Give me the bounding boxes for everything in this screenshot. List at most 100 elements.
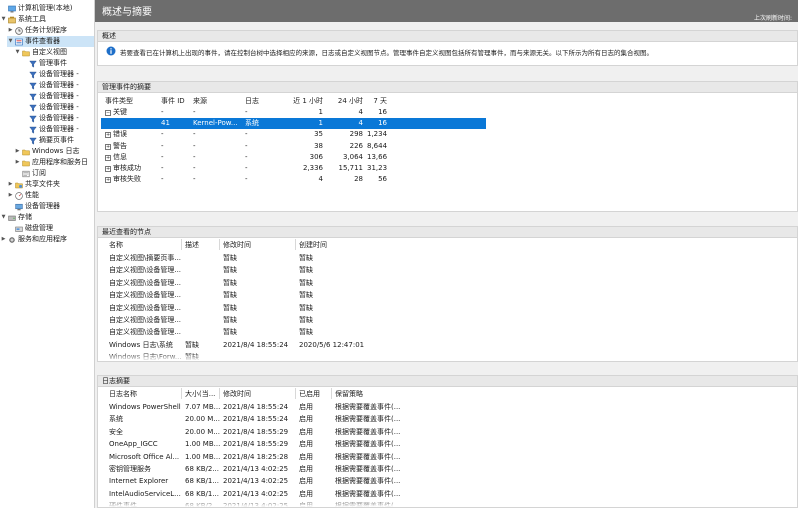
column-header[interactable]: 日志名称 [109,388,181,400]
column-header[interactable]: 事件 ID [161,96,189,107]
table-row[interactable]: 密钥管理服务 68 KB/2... 2021/4/13 4:02:25 启用 根据需要覆… [105,463,435,475]
column-header[interactable]: 日志 [245,96,275,107]
column-header[interactable]: 描述 [185,239,221,251]
collapsed-arrow-icon[interactable]: ▶ [7,179,14,190]
tree-item[interactable]: ▶ Windows 日志 [14,146,94,157]
table-row[interactable]: 系统 20.00 M... 2021/8/4 18:55:24 启用 根据需要覆盖事件(… [105,413,435,425]
table-cell: − 关键 [105,107,160,118]
table-cell: Internet Explorer [109,477,169,486]
tree-item[interactable]: 设备管理器 - [21,69,94,80]
tree-item[interactable]: ▼ 系统工具 [0,14,94,25]
table-row[interactable]: + 警告 - - -38 226 8,644 [101,141,486,152]
collapse-icon[interactable]: − [105,110,111,116]
table-cell: 68 KB/2... [185,465,220,473]
table-row[interactable]: 自定义视图\摘要页事... 暂缺 暂缺 [105,252,435,264]
logs-header[interactable]: 日志摘要 [98,376,797,387]
column-divider[interactable] [181,239,182,250]
filter-icon [28,82,37,90]
column-divider[interactable] [219,239,220,250]
table-row[interactable]: 41 Kernel-Pow... 系统 1 4 16 [101,118,486,130]
table-row[interactable]: Windows PowerShell 7.07 MB... 2021/8/4 18:… [105,401,435,413]
table-cell: 启用 [299,415,313,424]
table-row[interactable]: Internet Explorer 68 KB/1... 2021/4/13 4:0… [105,475,435,487]
table-row[interactable]: 自定义视图\设备管理... 暂缺 暂缺 [105,289,435,301]
tree-item[interactable]: 设备管理器 - [21,80,94,91]
column-header[interactable]: 近 1 小时 [281,96,323,107]
table-row[interactable]: 安全 20.00 M... 2021/8/4 18:55:29 启用 根据需要覆盖事件(… [105,426,435,438]
table-row[interactable]: 自定义视图\设备管理... 暂缺 暂缺 [105,314,435,326]
tree-item[interactable]: 摘要页事件 [21,135,94,146]
overview-text: 若要查看已在计算机上出现的事件，请在控制台树中选择相应的来源，日志或自定义视图节… [120,49,653,57]
expanded-arrow-icon[interactable]: ▼ [7,36,14,47]
table-row[interactable]: 自定义视图\设备管理... 暂缺 暂缺 [105,264,435,276]
table-cell: 启用 [299,465,313,473]
tree-item[interactable]: ▶ 任务计划程序 [7,25,94,36]
column-header[interactable]: 24 小时 [327,96,363,107]
expand-icon[interactable]: + [105,177,111,184]
expand-icon[interactable]: + [105,166,111,172]
log-summary-panel: 日志摘要 日志名称 大小(当... 修改时间 已启用 保留策略 Windows Power… [97,375,798,508]
table-row[interactable]: Windows 日志\系统 暂缺 2021/8/4 18:55:24 2020/5/6… [105,339,435,351]
column-header[interactable]: 修改时间 [223,388,295,400]
table-row[interactable]: 自定义视图\设备管理... 暂缺 暂缺 [105,302,435,314]
column-header[interactable]: 创建时间 [299,239,379,251]
column-divider[interactable] [181,388,182,399]
tree-item[interactable]: ▼ 存储 [0,212,94,223]
tree-item[interactable]: 管理事件 [21,58,94,69]
table-row[interactable]: + 审核失败 - - -4 28 56 [101,174,486,185]
tree-item[interactable]: 设备管理器 - [21,124,94,135]
collapsed-arrow-icon[interactable]: ▶ [14,157,21,168]
expanded-arrow-icon[interactable]: ▼ [0,14,7,25]
tree-item[interactable]: 设备管理器 - [21,113,94,124]
table-row[interactable]: +审核成功---2,33615,71131,239 [101,163,486,174]
table-cell: 4 [358,119,363,128]
event-type-label: 错误 [113,130,127,139]
expand-icon[interactable]: + [105,154,111,161]
tree-item[interactable]: 设备管理器 - [21,102,94,113]
collapsed-arrow-icon[interactable]: ▶ [7,25,14,36]
tree-item[interactable]: 计算机管理(本地) [0,3,94,14]
tree-item[interactable]: ▶ 服务和应用程序 [0,234,94,245]
table-row[interactable]: − 关键 - - -1 4 16 [101,107,486,118]
column-header[interactable]: 修改时间 [223,239,295,251]
expanded-arrow-icon[interactable]: ▼ [0,212,7,223]
column-divider[interactable] [295,239,296,250]
tree-item[interactable]: 磁盘管理 [7,223,94,234]
tree-item[interactable]: ▼ 自定义视图 [14,47,94,58]
column-header[interactable]: 保留策略 [335,388,415,400]
collapsed-arrow-icon[interactable]: ▶ [0,234,7,245]
table-row[interactable]: +信息---3063,06413,665 [101,152,486,163]
column-header[interactable]: 7 天 [367,96,387,107]
event-type-label: 信息 [113,152,127,161]
table-cell: 安全 [109,427,123,436]
column-header[interactable]: 名称 [109,239,181,251]
tree-item[interactable]: ▶ 性能 [7,190,94,201]
collapsed-arrow-icon[interactable]: ▶ [7,190,14,201]
table-row[interactable]: OneApp_IGCC 1.00 MB... 2021/8/4 18:55:29 启用… [105,438,435,450]
table-row[interactable]: 自定义视图\设备管理... 暂缺 暂缺 [105,277,435,289]
tree-item[interactable]: 订阅 [14,168,94,179]
table-cell: 启用 [299,427,313,436]
column-header[interactable]: 事件类型 [105,96,160,107]
expand-icon[interactable]: + [105,143,111,150]
column-divider[interactable] [295,388,296,399]
table-row[interactable]: Microsoft Office Al... 1.00 MB... 2021/8/4… [105,451,435,463]
expanded-arrow-icon[interactable]: ▼ [14,47,21,58]
overview-header[interactable]: 概述 [98,31,797,42]
recent-header[interactable]: 最近查看的节点 [98,227,797,238]
tree-item[interactable]: ▼ 事件查看器 [7,36,94,47]
column-header[interactable]: 大小(当... [185,388,221,400]
table-row[interactable]: 自定义视图\设备管理... 暂缺 暂缺 [105,326,435,338]
tree-item[interactable]: 设备管理器 - [21,91,94,102]
column-divider[interactable] [219,388,220,399]
summary-header[interactable]: 管理事件的摘要 [98,82,797,93]
table-row[interactable]: + 错误 - - -35 298 1,234 [101,129,486,140]
tree-item[interactable]: ▶ 共享文件夹 [7,179,94,190]
tree-item[interactable]: 设备管理器 [7,201,94,212]
column-divider[interactable] [331,388,332,399]
tree-item[interactable]: ▶ 应用程序和服务日 [14,157,94,168]
collapsed-arrow-icon[interactable]: ▶ [14,146,21,157]
expand-icon[interactable]: + [105,132,111,139]
column-header[interactable]: 已启用 [299,388,329,400]
column-header[interactable]: 来源 [193,96,243,107]
